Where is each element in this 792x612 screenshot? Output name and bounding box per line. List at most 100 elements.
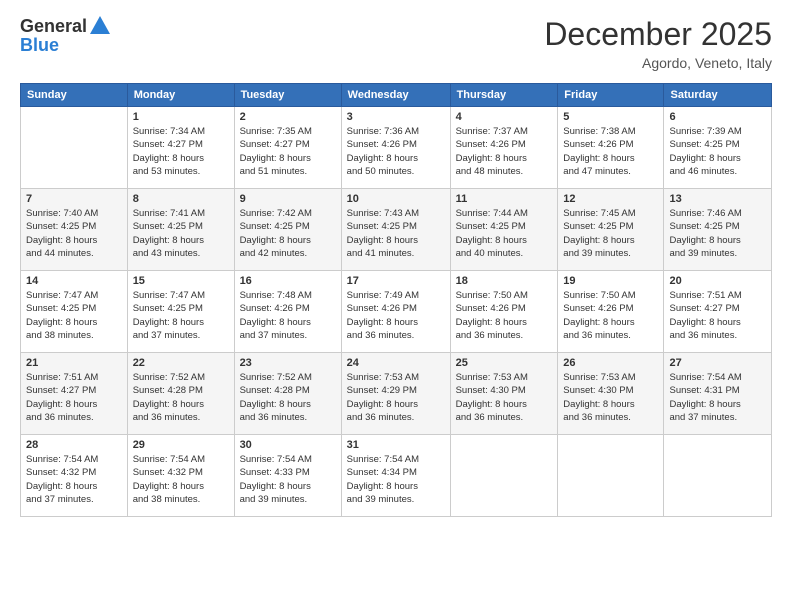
calendar-table: SundayMondayTuesdayWednesdayThursdayFrid… (20, 83, 772, 517)
calendar-cell (450, 435, 558, 517)
day-number: 14 (26, 275, 122, 287)
calendar-cell: 10 Sunrise: 7:43 AM Sunset: 4:25 PM Dayli… (341, 189, 450, 271)
logo-top: General (20, 16, 110, 37)
day-number: 27 (669, 357, 766, 369)
day-info: Sunrise: 7:41 AM Sunset: 4:25 PM Dayligh… (133, 207, 229, 260)
calendar-day-header: Saturday (664, 84, 772, 107)
day-info: Sunrise: 7:37 AM Sunset: 4:26 PM Dayligh… (456, 125, 553, 178)
calendar-header-row: SundayMondayTuesdayWednesdayThursdayFrid… (21, 84, 772, 107)
day-info: Sunrise: 7:54 AM Sunset: 4:32 PM Dayligh… (133, 453, 229, 506)
calendar-day-header: Monday (127, 84, 234, 107)
day-number: 8 (133, 193, 229, 205)
calendar-cell: 13 Sunrise: 7:46 AM Sunset: 4:25 PM Dayli… (664, 189, 772, 271)
calendar-cell: 25 Sunrise: 7:53 AM Sunset: 4:30 PM Dayli… (450, 353, 558, 435)
day-number: 13 (669, 193, 766, 205)
title-block: December 2025 Agordo, Veneto, Italy (544, 16, 772, 71)
day-info: Sunrise: 7:47 AM Sunset: 4:25 PM Dayligh… (133, 289, 229, 342)
day-info: Sunrise: 7:35 AM Sunset: 4:27 PM Dayligh… (240, 125, 336, 178)
day-number: 25 (456, 357, 553, 369)
day-number: 28 (26, 439, 122, 451)
day-info: Sunrise: 7:51 AM Sunset: 4:27 PM Dayligh… (669, 289, 766, 342)
day-info: Sunrise: 7:54 AM Sunset: 4:31 PM Dayligh… (669, 371, 766, 424)
calendar-cell (558, 435, 664, 517)
calendar-cell: 26 Sunrise: 7:53 AM Sunset: 4:30 PM Dayli… (558, 353, 664, 435)
logo-triangle-icon (90, 16, 110, 34)
day-number: 7 (26, 193, 122, 205)
day-number: 22 (133, 357, 229, 369)
calendar-cell: 21 Sunrise: 7:51 AM Sunset: 4:27 PM Dayli… (21, 353, 128, 435)
day-info: Sunrise: 7:48 AM Sunset: 4:26 PM Dayligh… (240, 289, 336, 342)
calendar-cell: 29Sunrise: 7:54 AM Sunset: 4:32 PM Dayli… (127, 435, 234, 517)
day-number: 1 (133, 111, 229, 123)
calendar-cell: 30Sunrise: 7:54 AM Sunset: 4:33 PM Dayli… (234, 435, 341, 517)
day-info: Sunrise: 7:50 AM Sunset: 4:26 PM Dayligh… (456, 289, 553, 342)
day-number: 19 (563, 275, 658, 287)
day-info: Sunrise: 7:49 AM Sunset: 4:26 PM Dayligh… (347, 289, 445, 342)
calendar-cell: 8 Sunrise: 7:41 AM Sunset: 4:25 PM Daylig… (127, 189, 234, 271)
day-info: Sunrise: 7:40 AM Sunset: 4:25 PM Dayligh… (26, 207, 122, 260)
day-number: 12 (563, 193, 658, 205)
day-info: Sunrise: 7:52 AM Sunset: 4:28 PM Dayligh… (240, 371, 336, 424)
calendar-cell (21, 107, 128, 189)
calendar-cell: 17Sunrise: 7:49 AM Sunset: 4:26 PM Dayli… (341, 271, 450, 353)
month-title: December 2025 (544, 16, 772, 53)
day-number: 11 (456, 193, 553, 205)
calendar-cell: 5Sunrise: 7:38 AM Sunset: 4:26 PM Daylig… (558, 107, 664, 189)
calendar-cell: 16 Sunrise: 7:48 AM Sunset: 4:26 PM Dayli… (234, 271, 341, 353)
header: General Blue December 2025 Agordo, Venet… (20, 16, 772, 71)
calendar-cell: 12 Sunrise: 7:45 AM Sunset: 4:25 PM Dayli… (558, 189, 664, 271)
calendar-cell: 2 Sunrise: 7:35 AM Sunset: 4:27 PM Daylig… (234, 107, 341, 189)
calendar-cell: 20Sunrise: 7:51 AM Sunset: 4:27 PM Dayli… (664, 271, 772, 353)
day-info: Sunrise: 7:53 AM Sunset: 4:30 PM Dayligh… (563, 371, 658, 424)
calendar-day-header: Thursday (450, 84, 558, 107)
page: General Blue December 2025 Agordo, Venet… (0, 0, 792, 612)
calendar-cell: 11 Sunrise: 7:44 AM Sunset: 4:25 PM Dayli… (450, 189, 558, 271)
day-info: Sunrise: 7:54 AM Sunset: 4:34 PM Dayligh… (347, 453, 445, 506)
calendar-week-row: 14 Sunrise: 7:47 AM Sunset: 4:25 PM Dayli… (21, 271, 772, 353)
day-number: 2 (240, 111, 336, 123)
day-info: Sunrise: 7:53 AM Sunset: 4:30 PM Dayligh… (456, 371, 553, 424)
day-info: Sunrise: 7:50 AM Sunset: 4:26 PM Dayligh… (563, 289, 658, 342)
day-number: 5 (563, 111, 658, 123)
day-info: Sunrise: 7:54 AM Sunset: 4:32 PM Dayligh… (26, 453, 122, 506)
day-number: 16 (240, 275, 336, 287)
calendar-cell (664, 435, 772, 517)
calendar-week-row: 21 Sunrise: 7:51 AM Sunset: 4:27 PM Dayli… (21, 353, 772, 435)
calendar-cell: 28 Sunrise: 7:54 AM Sunset: 4:32 PM Dayli… (21, 435, 128, 517)
day-info: Sunrise: 7:44 AM Sunset: 4:25 PM Dayligh… (456, 207, 553, 260)
calendar-cell: 23 Sunrise: 7:52 AM Sunset: 4:28 PM Dayli… (234, 353, 341, 435)
day-number: 23 (240, 357, 336, 369)
day-number: 15 (133, 275, 229, 287)
day-info: Sunrise: 7:53 AM Sunset: 4:29 PM Dayligh… (347, 371, 445, 424)
day-info: Sunrise: 7:43 AM Sunset: 4:25 PM Dayligh… (347, 207, 445, 260)
logo-blue-text: Blue (20, 35, 59, 56)
day-number: 21 (26, 357, 122, 369)
day-number: 3 (347, 111, 445, 123)
day-info: Sunrise: 7:45 AM Sunset: 4:25 PM Dayligh… (563, 207, 658, 260)
calendar-day-header: Friday (558, 84, 664, 107)
logo: General Blue (20, 16, 110, 56)
calendar-day-header: Wednesday (341, 84, 450, 107)
calendar-cell: 31 Sunrise: 7:54 AM Sunset: 4:34 PM Dayli… (341, 435, 450, 517)
day-info: Sunrise: 7:51 AM Sunset: 4:27 PM Dayligh… (26, 371, 122, 424)
calendar-cell: 4Sunrise: 7:37 AM Sunset: 4:26 PM Daylig… (450, 107, 558, 189)
calendar-cell: 9Sunrise: 7:42 AM Sunset: 4:25 PM Daylig… (234, 189, 341, 271)
day-number: 30 (240, 439, 336, 451)
calendar-cell: 18 Sunrise: 7:50 AM Sunset: 4:26 PM Dayli… (450, 271, 558, 353)
calendar-cell: 24 Sunrise: 7:53 AM Sunset: 4:29 PM Dayli… (341, 353, 450, 435)
day-info: Sunrise: 7:52 AM Sunset: 4:28 PM Dayligh… (133, 371, 229, 424)
day-info: Sunrise: 7:46 AM Sunset: 4:25 PM Dayligh… (669, 207, 766, 260)
day-number: 26 (563, 357, 658, 369)
calendar-day-header: Sunday (21, 84, 128, 107)
calendar-body: 1Sunrise: 7:34 AM Sunset: 4:27 PM Daylig… (21, 107, 772, 517)
calendar-week-row: 7 Sunrise: 7:40 AM Sunset: 4:25 PM Daylig… (21, 189, 772, 271)
calendar-cell: 14Sunrise: 7:47 AM Sunset: 4:25 PM Dayli… (21, 271, 128, 353)
day-number: 24 (347, 357, 445, 369)
calendar-week-row: 1Sunrise: 7:34 AM Sunset: 4:27 PM Daylig… (21, 107, 772, 189)
calendar-cell: 3Sunrise: 7:36 AM Sunset: 4:26 PM Daylig… (341, 107, 450, 189)
day-number: 31 (347, 439, 445, 451)
day-info: Sunrise: 7:39 AM Sunset: 4:25 PM Dayligh… (669, 125, 766, 178)
day-number: 10 (347, 193, 445, 205)
location-title: Agordo, Veneto, Italy (544, 55, 772, 71)
day-number: 18 (456, 275, 553, 287)
